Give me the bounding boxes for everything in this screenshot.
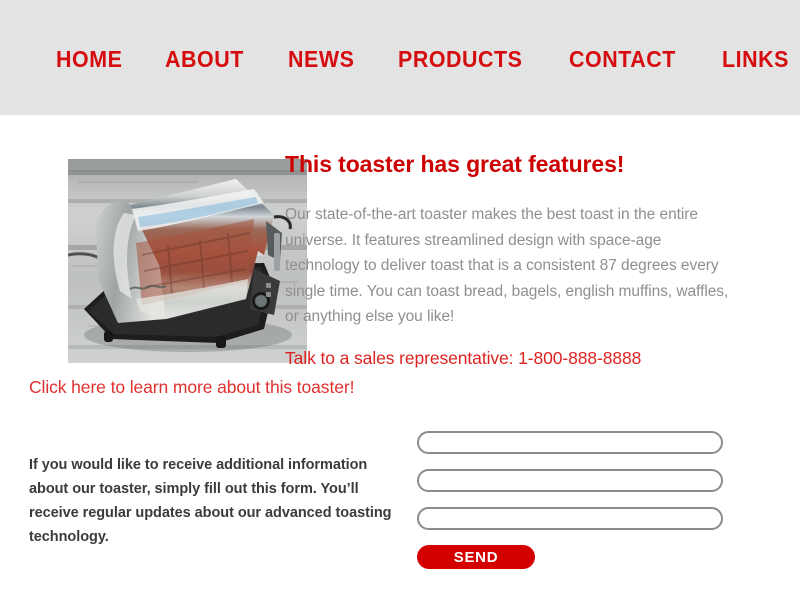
nav-item-home[interactable]: HOME xyxy=(56,48,122,71)
signup-form: SEND xyxy=(417,431,725,569)
site-header: HOME ABOUT NEWS PRODUCTS CONTACT LINKS xyxy=(0,0,800,115)
feature-heading: This toaster has great features! xyxy=(285,151,625,177)
signup-input-3[interactable] xyxy=(417,507,723,530)
send-button[interactable]: SEND xyxy=(417,545,535,569)
signup-description: If you would like to receive additional … xyxy=(29,456,392,545)
nav-item-links[interactable]: LINKS xyxy=(722,48,789,71)
nav-item-products[interactable]: PRODUCTS xyxy=(398,48,523,71)
signup-input-1[interactable] xyxy=(417,431,723,454)
nav-item-about[interactable]: ABOUT xyxy=(165,48,244,71)
nav-item-contact[interactable]: CONTACT xyxy=(569,48,676,71)
toaster-photo xyxy=(68,159,307,363)
learn-more-link[interactable]: Click here to learn more about this toas… xyxy=(29,375,354,399)
nav-item-news[interactable]: NEWS xyxy=(288,48,354,71)
feature-section: This toaster has great features! Our sta… xyxy=(285,150,735,370)
main-navigation: HOME ABOUT NEWS PRODUCTS CONTACT LINKS xyxy=(56,48,794,71)
signup-input-2[interactable] xyxy=(417,469,723,492)
toaster-photo-image xyxy=(68,159,307,363)
feature-paragraph: Our state-of-the-art toaster makes the b… xyxy=(285,206,729,325)
sales-phone-line: Talk to a sales representative: 1-800-88… xyxy=(285,347,642,368)
